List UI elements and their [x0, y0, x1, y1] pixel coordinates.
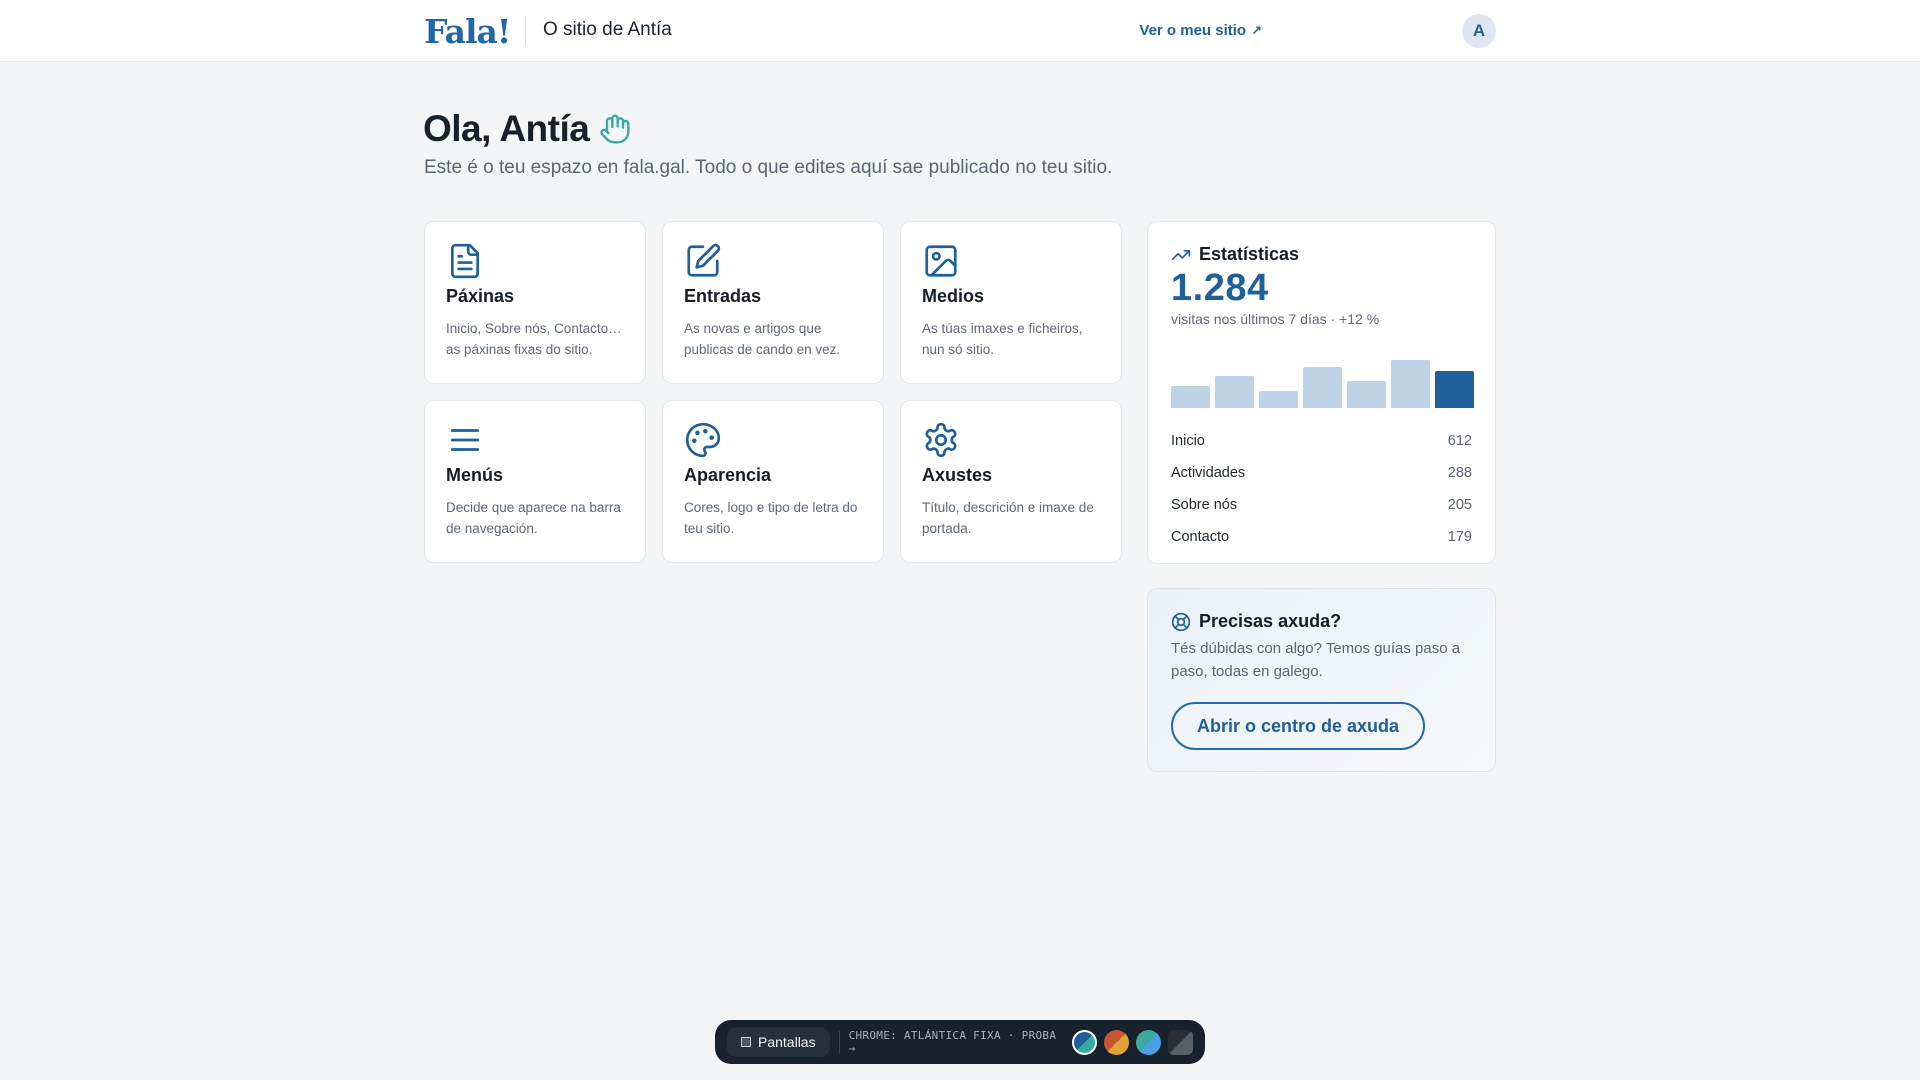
screens-button[interactable]: Pantallas	[727, 1027, 830, 1057]
stats-caption: visitas nos últimos 7 días · +12 %	[1171, 311, 1380, 327]
trending-up-icon	[1171, 249, 1191, 260]
edit-icon	[687, 243, 721, 277]
waving-hand-icon	[600, 114, 630, 144]
top-page-name: Inicio	[1171, 433, 1205, 449]
theme-swatch-teal[interactable]	[1136, 1029, 1161, 1055]
dock-divider	[838, 1031, 840, 1053]
help-title: Precisas axuda?	[1199, 611, 1342, 631]
card-posts[interactable]: Entradas As novas e artigos que publicas…	[662, 221, 884, 384]
card-description: Cores, logo e tipo de letra do teu sitio…	[684, 500, 858, 536]
card-description: As túas imaxes e ficheiros, nun só sitio…	[922, 321, 1083, 357]
card-settings[interactable]: Axustes Título, descrición e imaxe de po…	[900, 400, 1122, 563]
top-page-row[interactable]: Actividades 288	[1171, 457, 1472, 489]
top-pages-list: Inicio 612 Actividades 288 Sobre nós 205…	[1171, 425, 1472, 553]
theme-swatch-dark[interactable]	[1168, 1029, 1193, 1055]
stats-panel: Estatísticas 1.284 visitas nos últimos 7…	[1147, 221, 1496, 564]
greeting: Ola, Antía	[423, 108, 631, 150]
card-description: Inicio, Sobre nós, Contacto… as páxinas …	[446, 321, 622, 357]
fala-logo[interactable]: Fala!	[424, 12, 511, 51]
topbar-divider	[525, 16, 526, 46]
card-title: Entradas	[684, 286, 762, 306]
external-link-icon: ↗	[1251, 22, 1262, 38]
visits-bar-chart	[1171, 356, 1474, 408]
card-title: Axustes	[922, 465, 993, 485]
top-page-name: Sobre nós	[1171, 497, 1238, 513]
open-help-center-button[interactable]: Abrir o centro de axuda	[1171, 702, 1426, 750]
gear-icon	[925, 422, 957, 458]
card-description: As novas e artigos que publicas de cando…	[684, 321, 841, 357]
card-media[interactable]: Medios As túas imaxes e ficheiros, nun s…	[900, 221, 1122, 384]
view-site-link[interactable]: Ver o meu sitio ↗	[1139, 22, 1262, 39]
screens-dock: Pantallas CHROME: ATLÁNTICA FIXA · PROBA…	[715, 1020, 1205, 1064]
card-description: Decide que aparece na barra de navegació…	[446, 500, 621, 536]
top-page-row[interactable]: Contacto 179	[1171, 521, 1472, 553]
top-page-value: 288	[1447, 465, 1472, 481]
card-appearance[interactable]: Aparencia Cores, logo e tipo de letra do…	[662, 400, 884, 563]
stats-title: Estatísticas	[1199, 244, 1300, 264]
help-header: Precisas axuda?	[1171, 611, 1472, 632]
page-subtitle: Este é o teu espazo en fala.gal. Todo o …	[424, 157, 1113, 178]
theme-swatches	[1072, 1029, 1193, 1055]
page-title: Ola, Antía	[423, 108, 590, 149]
card-menus[interactable]: Menús Decide que aparece na barra de nav…	[424, 400, 646, 563]
site-name: O sitio de Antía	[543, 19, 672, 40]
view-site-label: Ver o meu sitio	[1139, 22, 1247, 39]
visits-bar	[1303, 367, 1342, 408]
menu-icon	[450, 429, 480, 451]
visits-bar	[1347, 381, 1386, 408]
theme-label: CHROME: ATLÁNTICA FIXA · PROBA →	[848, 1029, 1057, 1055]
top-bar: Fala! O sitio de Antía Ver o meu sitio ↗…	[0, 0, 1920, 62]
visits-bar	[1215, 376, 1254, 408]
document-icon	[450, 243, 480, 279]
palette-icon	[685, 422, 721, 458]
top-page-row[interactable]: Sobre nós 205	[1171, 489, 1472, 521]
visits-bar	[1171, 386, 1210, 408]
top-page-name: Actividades	[1171, 465, 1246, 481]
card-title: Páxinas	[446, 286, 515, 306]
help-panel: Precisas axuda? Tés dúbidas con algo? Te…	[1147, 588, 1496, 772]
help-text: Tés dúbidas con algo? Temos guías paso a…	[1171, 640, 1461, 680]
theme-swatch-warm[interactable]	[1104, 1029, 1129, 1055]
card-description: Título, descrición e imaxe de portada.	[922, 500, 1094, 536]
top-page-name: Contacto	[1171, 529, 1230, 545]
card-title: Menús	[446, 465, 504, 485]
lifebuoy-icon	[1171, 612, 1191, 631]
screens-label: Pantallas	[758, 1034, 816, 1050]
card-title: Medios	[922, 286, 985, 306]
top-page-row[interactable]: Inicio 612	[1171, 425, 1472, 457]
visits-bar	[1259, 391, 1298, 408]
visits-bar-today	[1435, 371, 1474, 408]
visits-bar	[1391, 360, 1430, 408]
theme-swatch-atlantica[interactable]	[1072, 1029, 1097, 1055]
card-pages[interactable]: Páxinas Inicio, Sobre nós, Contacto… as …	[424, 221, 646, 384]
top-page-value: 612	[1447, 433, 1472, 449]
card-title: Aparencia	[684, 465, 772, 485]
image-icon	[925, 245, 957, 277]
top-page-value: 205	[1447, 497, 1472, 513]
stats-total: 1.284	[1171, 267, 1269, 309]
stats-header: Estatísticas	[1171, 244, 1472, 265]
top-page-value: 179	[1447, 529, 1472, 545]
screens-icon	[741, 1037, 751, 1047]
avatar[interactable]: A	[1462, 14, 1496, 48]
